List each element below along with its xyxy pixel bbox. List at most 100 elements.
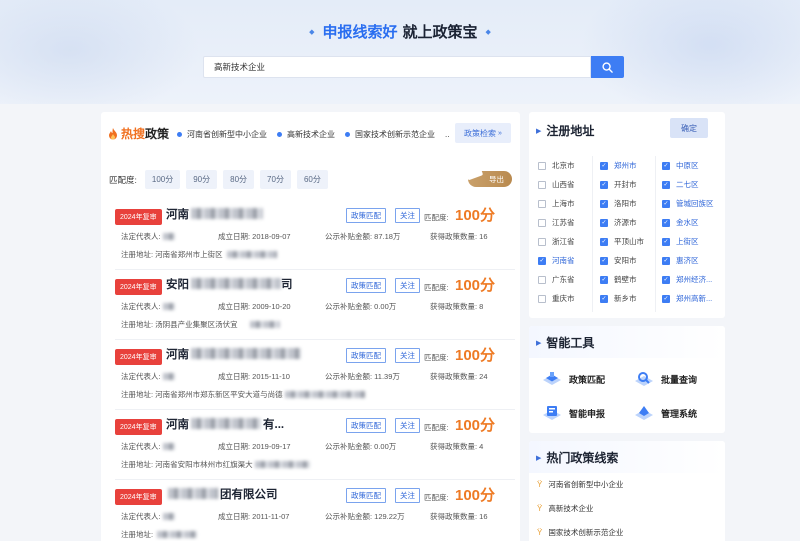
- region-option[interactable]: ✓ 鹤壁市: [600, 270, 644, 289]
- chevron-right-icon: ▶: [536, 454, 542, 462]
- company-card[interactable]: 2024年复审 团有限公司 政策匹配 关注 匹配度: 100分 法定代表人: 成…: [115, 484, 515, 541]
- region-option[interactable]: ✓ 中原区: [662, 156, 714, 175]
- match-chip-80[interactable]: 80分: [223, 170, 255, 189]
- region-option[interactable]: 北京市: [538, 156, 575, 175]
- company-name[interactable]: 安阳司: [166, 276, 293, 292]
- policy-match-button[interactable]: 政策匹配: [346, 418, 386, 433]
- review-badge: 2024年复审: [115, 209, 162, 225]
- founded-date: 成立日期: 2018-09-07: [218, 232, 291, 241]
- region-option[interactable]: ✓ 河南省: [538, 251, 575, 270]
- score-label: 匹配度:: [424, 493, 449, 502]
- search-button[interactable]: [591, 56, 624, 78]
- hot-tag[interactable]: 国家技术创新示范企业: [345, 129, 435, 140]
- region-option[interactable]: ✓ 郑州经济...: [662, 270, 714, 289]
- export-badge-icon: [464, 165, 484, 181]
- follow-button[interactable]: 关注: [395, 488, 420, 503]
- lead-item[interactable]: Ÿ 国家技术创新示范企业: [537, 527, 623, 538]
- management-system-icon: [635, 406, 653, 420]
- follow-button[interactable]: 关注: [395, 278, 420, 293]
- region-option[interactable]: 江苏省: [538, 213, 575, 232]
- company-name[interactable]: 河南 有...: [166, 416, 284, 432]
- region-option[interactable]: ✓ 郑州市: [600, 156, 644, 175]
- region-option[interactable]: ✓ 上街区: [662, 232, 714, 251]
- subsidy-amount: 公示补贴金额: 0.00万: [325, 442, 397, 451]
- company-name[interactable]: 团有限公司: [166, 486, 278, 502]
- company-name[interactable]: 河南: [166, 346, 301, 362]
- search-input[interactable]: [204, 57, 590, 77]
- match-chip-70[interactable]: 70分: [260, 170, 291, 189]
- region-option[interactable]: 浙江省: [538, 232, 575, 251]
- review-badge: 2024年复审: [115, 489, 162, 505]
- legal-rep: 法定代表人:: [121, 231, 175, 242]
- policy-match-button[interactable]: 政策匹配: [346, 278, 386, 293]
- more-tags[interactable]: ..: [445, 129, 449, 140]
- follow-button[interactable]: 关注: [395, 418, 420, 433]
- region-option[interactable]: ✓ 金水区: [662, 213, 714, 232]
- score-label: 匹配度:: [424, 423, 449, 432]
- search-icon: [602, 61, 613, 73]
- region-option[interactable]: 山西省: [538, 175, 575, 194]
- hot-tag[interactable]: 河南省创新型中小企业: [177, 129, 267, 140]
- region-option[interactable]: ✓ 惠济区: [662, 251, 714, 270]
- follow-button[interactable]: 关注: [395, 348, 420, 363]
- tool-smart-apply[interactable]: 智能申报: [541, 404, 605, 422]
- export-label: 导出: [489, 174, 504, 184]
- match-chip-90[interactable]: 90分: [186, 170, 218, 189]
- hot-leads-panel: ▶ 热门政策线索 Ÿ 河南省创新型中小企业 Ÿ 高新技术企业 Ÿ 国家技术创新示范企业: [529, 441, 725, 541]
- company-card[interactable]: 2024年复审 河南 有... 政策匹配 关注 匹配度: 100分 法定代表人: …: [115, 414, 515, 480]
- policy-search-label: 政策检索: [464, 128, 497, 138]
- region-option[interactable]: ✓ 安阳市: [600, 251, 644, 270]
- match-score: 100分: [455, 487, 496, 504]
- score-label: 匹配度:: [424, 283, 449, 292]
- match-score: 100分: [455, 277, 496, 294]
- company-name[interactable]: 河南: [166, 206, 263, 222]
- confirm-button[interactable]: 确定: [670, 118, 708, 138]
- hot-tag[interactable]: 高新技术企业: [277, 129, 335, 140]
- lead-item[interactable]: Ÿ 河南省创新型中小企业: [537, 479, 623, 490]
- company-address: 注册地址: 河南省郑州市上街区: [121, 249, 277, 260]
- match-chip-100[interactable]: 100分: [144, 170, 181, 189]
- company-card[interactable]: 2024年复审 河南 政策匹配 关注 匹配度: 100分 法定代表人: 成立日期…: [115, 344, 515, 410]
- region-option[interactable]: 重庆市: [538, 289, 575, 308]
- company-meta: 法定代表人: 成立日期: 2018-09-07 公示补贴金额: 87.18万 获…: [121, 231, 511, 243]
- policy-match-button[interactable]: 政策匹配: [346, 348, 386, 363]
- tool-policy-match[interactable]: 政策匹配: [541, 370, 605, 388]
- review-badge: 2024年复审: [115, 349, 162, 365]
- review-badge: 2024年复审: [115, 419, 162, 435]
- redacted-text: [191, 208, 263, 219]
- region-option[interactable]: ✓ 管城回族区: [662, 194, 714, 213]
- company-card[interactable]: 2024年复审 河南 政策匹配 关注 匹配度: 100分 法定代表人: 成立日期…: [115, 204, 515, 270]
- redacted-text: [191, 418, 261, 429]
- slogan-part2: 就上政策宝: [402, 24, 478, 41]
- policy-search-button[interactable]: 政策检索»: [455, 123, 511, 143]
- slogan: ◆ 申报线索好 就上政策宝 ◆: [0, 21, 800, 42]
- company-meta: 法定代表人: 成立日期: 2011-11-07 公示补贴金额: 129.22万 …: [121, 511, 511, 523]
- export-button[interactable]: 导出: [464, 165, 512, 187]
- subsidy-amount: 公示补贴金额: 129.22万: [325, 512, 405, 521]
- region-option[interactable]: ✓ 二七区: [662, 175, 714, 194]
- company-meta: 法定代表人: 成立日期: 2009-10-20 公示补贴金额: 0.00万 获得…: [121, 301, 511, 313]
- match-chip-60[interactable]: 60分: [296, 170, 328, 189]
- follow-button[interactable]: 关注: [395, 208, 420, 223]
- region-option[interactable]: ✓ 开封市: [600, 175, 644, 194]
- company-card[interactable]: 2024年复审 安阳司 政策匹配 关注 匹配度: 100分 法定代表人: 成立日…: [115, 274, 515, 340]
- region-option[interactable]: ✓ 济源市: [600, 213, 644, 232]
- district-column: ✓ 中原区 ✓ 二七区 ✓ 管城回族区 ✓ 金水区 ✓ 上街区 ✓ 惠济区 ✓ 郑州经济...…: [662, 156, 714, 308]
- region-option[interactable]: ✓ 平顶山市: [600, 232, 644, 251]
- column-divider: [655, 156, 656, 312]
- tool-management-system[interactable]: 管理系统: [633, 404, 697, 422]
- region-option[interactable]: 上海市: [538, 194, 575, 213]
- tool-batch-query[interactable]: 批量查询: [633, 370, 697, 388]
- score-label: 匹配度:: [424, 213, 449, 222]
- tools-title: ▶ 智能工具: [536, 336, 595, 350]
- lead-item[interactable]: Ÿ 高新技术企业: [537, 503, 593, 514]
- region-option[interactable]: 广东省: [538, 270, 575, 289]
- legal-rep: 法定代表人:: [121, 441, 175, 452]
- region-option[interactable]: ✓ 新乡市: [600, 289, 644, 308]
- region-option[interactable]: ✓ 洛阳市: [600, 194, 644, 213]
- founded-date: 成立日期: 2015-11-10: [218, 372, 290, 381]
- policy-match-button[interactable]: 政策匹配: [346, 208, 386, 223]
- match-label: 匹配度:: [109, 174, 137, 185]
- policy-match-button[interactable]: 政策匹配: [346, 488, 386, 503]
- region-option[interactable]: ✓ 郑州高新...: [662, 289, 714, 308]
